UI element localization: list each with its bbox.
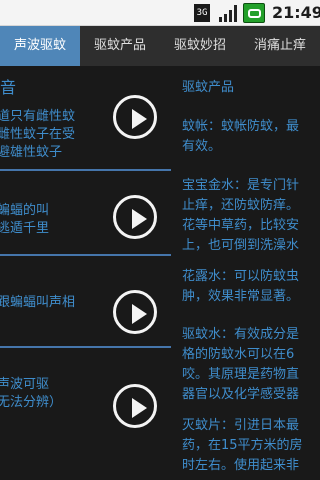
battery-icon xyxy=(243,3,265,23)
sound-description: 最蝙蝠的叫 子逃遁千里 xyxy=(0,202,49,238)
paragraph-line: 花等中草药，比较安 xyxy=(182,218,300,233)
main-content: 声音 知道只有雌性蚊 吸雌性蚊子在受 最避雄性蚊子 最蝙蝠的叫 子逃遁千里 xyxy=(0,66,320,480)
play-button[interactable] xyxy=(113,290,157,334)
paragraph-line: 上，也可倒到洗澡水 xyxy=(182,238,300,253)
paragraph-line: 有效。 xyxy=(182,139,222,154)
sound-list-item[interactable]: 有跟蝙蝠叫声相 果 xyxy=(0,257,171,359)
sound-description-line: 知道只有雌性蚊 xyxy=(0,109,76,124)
sound-list-item[interactable]: 音 的声波可驱 去无法分辨） xyxy=(0,350,171,452)
tab-sound-repel[interactable]: 声波驱蚊 xyxy=(0,26,80,66)
paragraph-line: 时左右。使用起来非 xyxy=(182,458,300,473)
sound-description-line: 的声波可驱 xyxy=(0,377,50,392)
sound-description-line: 子逃遁千里 xyxy=(0,221,50,236)
sound-description: 有跟蝙蝠叫声相 果 xyxy=(0,294,75,330)
app-screen: 3G 21:49 声波驱蚊 驱蚊产品 驱蚊妙招 消痛止痒 声音 知道只有雌性蚊 … xyxy=(0,0,320,480)
paragraph-line: 灭蚊片：引进日本最 xyxy=(182,418,300,433)
signal-icon xyxy=(219,5,237,22)
status-bar: 3G 21:49 xyxy=(0,0,320,26)
play-button[interactable] xyxy=(113,384,157,428)
product-paragraph: 花露水：可以防蚊虫 肿，效果非常显著。 xyxy=(182,267,299,307)
paragraph-line: 止痒，还防蚊防痒。 xyxy=(182,198,300,213)
sound-list-item[interactable]: 声音 知道只有雌性蚊 吸雌性蚊子在受 最避雄性蚊子 xyxy=(0,66,171,168)
section-title: 驱蚊产品 xyxy=(182,80,235,95)
status-time: 21:49 xyxy=(272,3,320,22)
sound-description-line: 吸雌性蚊子在受 xyxy=(0,127,76,142)
list-divider xyxy=(0,169,171,171)
sound-list[interactable]: 声音 知道只有雌性蚊 吸雌性蚊子在受 最避雄性蚊子 最蝙蝠的叫 子逃遁千里 xyxy=(0,66,171,480)
sound-description-line: 有跟蝙蝠叫声相 xyxy=(0,295,76,310)
sound-description-line: 去无法分辨） xyxy=(0,395,63,410)
sound-title: 声音 xyxy=(0,78,17,97)
play-button[interactable] xyxy=(113,195,157,239)
top-tabs: 声波驱蚊 驱蚊产品 驱蚊妙招 消痛止痒 xyxy=(0,26,320,66)
play-button[interactable] xyxy=(113,95,157,139)
paragraph-line: 驱蚊水：有效成分是 xyxy=(182,327,300,342)
3g-icon: 3G xyxy=(194,4,210,22)
paragraph-line: 咬。其原理是药物直 xyxy=(182,367,300,382)
paragraph-line: 宝宝金水：是专门针 xyxy=(182,178,300,193)
sound-description-line: 最避雄性蚊子 xyxy=(0,145,63,160)
product-paragraph: 灭蚊片：引进日本最 药，在15平方米的房 时左右。使用起来非 xyxy=(182,416,303,476)
paragraph-line: 花露水：可以防蚊虫 xyxy=(182,269,300,284)
sound-description-line: 最蝙蝠的叫 xyxy=(0,203,50,218)
sound-description-line: 果 xyxy=(0,312,75,330)
product-paragraph: 蚊帐：蚊帐防蚊，最 有效。 xyxy=(182,117,299,157)
sound-description: 知道只有雌性蚊 吸雌性蚊子在受 最避雄性蚊子 xyxy=(0,108,75,162)
list-divider xyxy=(0,346,171,348)
tab-itch-relief[interactable]: 消痛止痒 xyxy=(240,26,320,66)
tab-repel-tips[interactable]: 驱蚊妙招 xyxy=(160,26,240,66)
tab-repel-products[interactable]: 驱蚊产品 xyxy=(80,26,160,66)
paragraph-line: 肿，效果非常显著。 xyxy=(182,289,300,304)
sound-description: 的声波可驱 去无法分辨） xyxy=(0,376,62,412)
paragraph-line: 药，在15平方米的房 xyxy=(182,438,303,453)
paragraph-line: 格的防蚊水可以在6 xyxy=(182,347,295,362)
product-info-panel[interactable]: 驱蚊产品 蚊帐：蚊帐防蚊，最 有效。 宝宝金水：是专门针 止痒，还防蚊防痒。 花… xyxy=(177,66,320,480)
paragraph-line: 器官以及化学感受器 xyxy=(182,387,300,402)
paragraph-line: 蚊帐：蚊帐防蚊，最 xyxy=(182,119,300,134)
list-divider xyxy=(0,254,171,256)
product-paragraph: 驱蚊水：有效成分是 格的防蚊水可以在6 咬。其原理是药物直 器官以及化学感受器 xyxy=(182,325,299,405)
product-paragraph: 宝宝金水：是专门针 止痒，还防蚊防痒。 花等中草药，比较安 上，也可倒到洗澡水 xyxy=(182,176,299,256)
